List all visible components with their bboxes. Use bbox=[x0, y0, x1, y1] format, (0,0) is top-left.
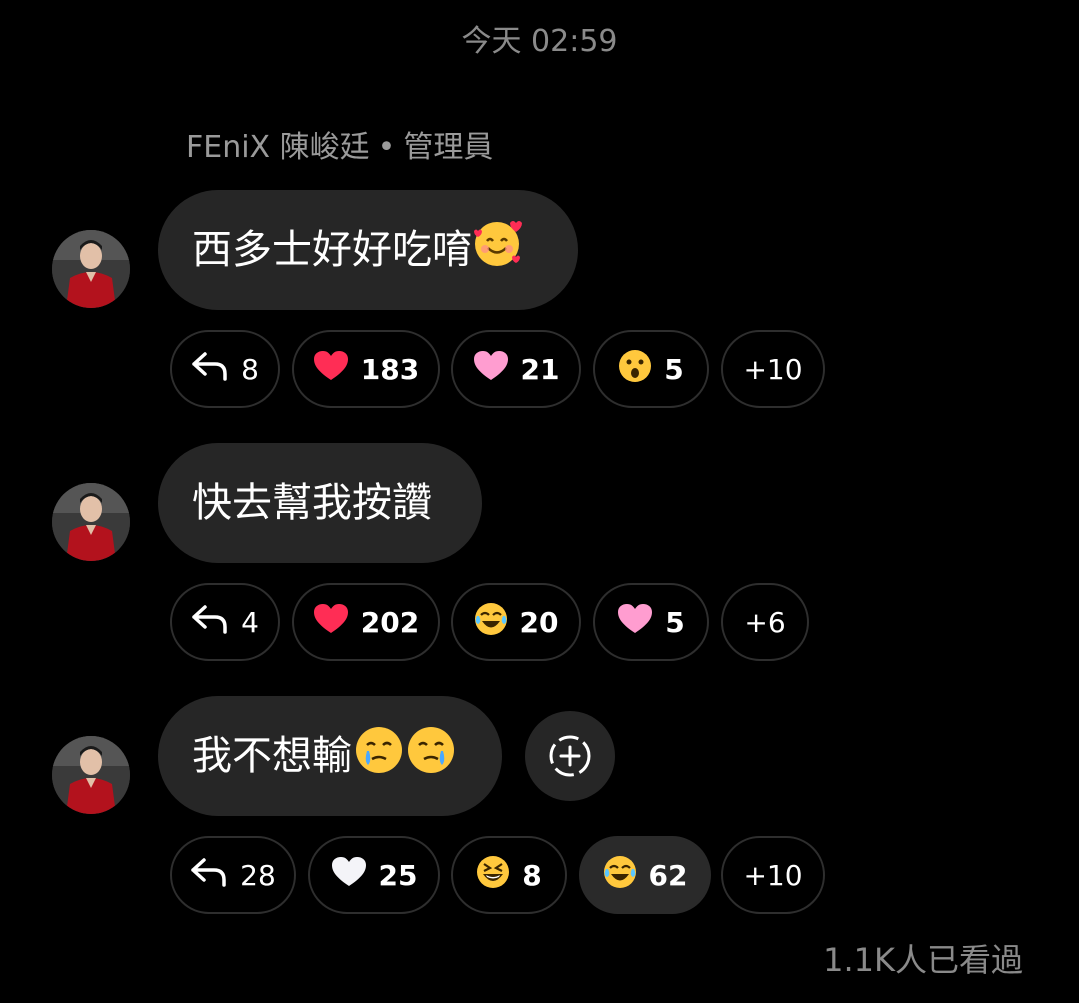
more-reactions-count: +10 bbox=[743, 352, 803, 386]
reaction-pill[interactable]: 21 bbox=[451, 330, 581, 408]
reaction-count: 202 bbox=[360, 605, 420, 639]
reply-icon bbox=[191, 351, 229, 388]
face-holding-back-tears-icon bbox=[354, 702, 404, 822]
reaction-count: 20 bbox=[519, 605, 559, 639]
grinning-squinting-face-icon bbox=[476, 855, 510, 896]
more-reactions-button[interactable]: +10 bbox=[721, 330, 825, 408]
reply-icon bbox=[191, 604, 229, 641]
sender-role: 管理員 bbox=[403, 130, 494, 165]
reply-count: 28 bbox=[240, 858, 276, 892]
surprised-face-icon bbox=[618, 349, 652, 390]
timestamp: 今天 02:59 bbox=[461, 24, 618, 59]
reaction-count: 8 bbox=[522, 858, 542, 892]
white-heart-icon bbox=[331, 856, 367, 895]
sender-name[interactable]: FEniX 陳峻廷 bbox=[186, 130, 370, 165]
smiling-face-with-hearts-icon bbox=[472, 196, 524, 316]
pink-heart-icon bbox=[473, 350, 509, 389]
avatar[interactable] bbox=[52, 483, 130, 561]
avatar[interactable] bbox=[52, 736, 130, 814]
reaction-pill[interactable]: 5 bbox=[593, 330, 709, 408]
reply-button[interactable]: 28 bbox=[170, 836, 296, 914]
more-reactions-count: +10 bbox=[743, 858, 803, 892]
message-bubble[interactable]: 快去幫我按讚 bbox=[158, 443, 482, 563]
reaction-pill[interactable]: 183 bbox=[292, 330, 440, 408]
reply-icon bbox=[190, 857, 228, 894]
message-text: 我不想輸 bbox=[192, 733, 352, 779]
message-2: 快去幫我按讚 4 202 20 5 +6 bbox=[0, 443, 1079, 661]
reply-count: 4 bbox=[241, 605, 259, 639]
red-heart-icon bbox=[313, 350, 349, 389]
add-reaction-button[interactable] bbox=[525, 711, 615, 801]
message-1: 西多士好好吃唷 8 183 21 5 +10 bbox=[0, 190, 1079, 408]
reaction-pill[interactable]: 25 bbox=[308, 836, 440, 914]
reaction-count: 5 bbox=[664, 352, 684, 386]
message-text: 快去幫我按讚 bbox=[192, 480, 432, 526]
separator-dot: • bbox=[377, 130, 396, 165]
reaction-pill[interactable]: 8 bbox=[451, 836, 567, 914]
message-bubble[interactable]: 西多士好好吃唷 bbox=[158, 190, 578, 310]
reply-button[interactable]: 8 bbox=[170, 330, 280, 408]
reaction-pill[interactable]: 202 bbox=[292, 583, 440, 661]
reaction-count: 183 bbox=[360, 352, 420, 386]
reaction-pill[interactable]: 5 bbox=[593, 583, 709, 661]
avatar[interactable] bbox=[52, 230, 130, 308]
message-bubble[interactable]: 我不想輸 bbox=[158, 696, 502, 816]
reaction-count: 5 bbox=[665, 605, 685, 639]
reply-count: 8 bbox=[241, 352, 259, 386]
message-3: 我不想輸 28 25 8 62 +10 bbox=[0, 696, 1079, 914]
add-reaction-icon bbox=[549, 735, 591, 777]
pink-heart-icon bbox=[617, 603, 653, 642]
more-reactions-count: +6 bbox=[744, 605, 786, 639]
sender-line: FEniX 陳峻廷 • 管理員 bbox=[186, 128, 493, 168]
red-heart-icon bbox=[313, 603, 349, 642]
reaction-count: 21 bbox=[520, 352, 560, 386]
reaction-pill[interactable]: 20 bbox=[451, 583, 581, 661]
reaction-count: 62 bbox=[648, 858, 688, 892]
face-holding-back-tears-icon bbox=[406, 702, 456, 822]
tears-of-joy-icon bbox=[474, 602, 508, 643]
message-text: 西多士好好吃唷 bbox=[192, 227, 472, 273]
more-reactions-button[interactable]: +10 bbox=[721, 836, 825, 914]
avatar-photo bbox=[52, 230, 130, 308]
avatar-photo bbox=[52, 483, 130, 561]
tears-of-joy-icon bbox=[603, 855, 637, 896]
more-reactions-button[interactable]: +6 bbox=[721, 583, 809, 661]
reply-button[interactable]: 4 bbox=[170, 583, 280, 661]
reaction-pill-selected[interactable]: 62 bbox=[579, 836, 711, 914]
reaction-count: 25 bbox=[378, 858, 418, 892]
avatar-photo bbox=[52, 736, 130, 814]
seen-count[interactable]: 1.1K人已看過 bbox=[823, 940, 1023, 980]
